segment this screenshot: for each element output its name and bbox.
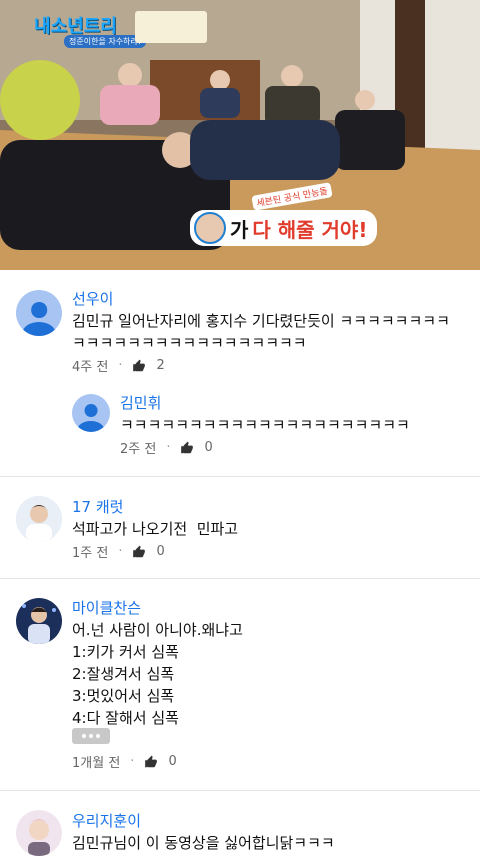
wall-sticker (135, 11, 207, 43)
comment-meta: 1개월 전 · 0 (72, 754, 177, 771)
reply-time: 2주 전 (120, 442, 157, 457)
like-count: 2 (156, 358, 165, 373)
comment-text: 어.넌 사람이 아니야.왜냐고 1:키가 커서 심폭 2:잘생겨서 심폭 3:멋… (72, 621, 243, 727)
like-count: 0 (168, 754, 177, 769)
profile-photo[interactable] (16, 810, 62, 856)
default-user-icon[interactable] (72, 394, 110, 432)
comment-time: 1개월 전 (72, 756, 121, 771)
like-icon[interactable] (132, 359, 146, 373)
default-user-icon[interactable] (16, 290, 62, 336)
reply-meta: 2주 전 · 0 (120, 440, 213, 457)
reply-text: ㅋㅋㅋㅋㅋㅋㅋㅋㅋㅋㅋㅋㅋㅋㅋㅋㅋㅋㅋㅋㅋ (120, 416, 410, 434)
like-icon[interactable] (180, 441, 194, 455)
comment-text: 석파고가 나오기전 민파고 (72, 520, 239, 538)
comment-meta: 1주 전 · 0 (72, 544, 165, 561)
comment-text: 김민규님이 이 동영상을 싫어합니닭ㅋㅋㅋ (72, 834, 335, 852)
more-options-icon[interactable] (72, 728, 110, 744)
video-player[interactable]: 내소년트리 정준이한을 자수하라! 세븐틴 공식 만능돌 가 다 해줄 거야! (0, 0, 480, 270)
comment-author[interactable]: 우리지훈이 (72, 810, 141, 831)
comment-list: 선우이 김민규 일어난자리에 홍지수 기다렸단듯이 ㅋㅋㅋㅋㅋㅋㅋㅋ ㅋㅋㅋㅋㅋ… (0, 270, 480, 856)
comment-author[interactable]: 17 캐럿 (72, 496, 123, 517)
profile-photo[interactable] (16, 496, 62, 542)
like-count: 0 (204, 440, 213, 455)
video-caption: 가 다 해줄 거야! (190, 210, 378, 246)
like-count: 0 (156, 544, 165, 559)
comment-author[interactable]: 마이클찬슨 (72, 597, 141, 618)
comment-text: 김민규 일어난자리에 홍지수 기다렸단듯이 ㅋㅋㅋㅋㅋㅋㅋㅋ ㅋㅋㅋㅋㅋㅋㅋㅋㅋ… (72, 312, 450, 352)
like-icon[interactable] (144, 755, 158, 769)
divider (0, 578, 480, 579)
comment-meta: 4주 전 · 2 (72, 358, 165, 375)
profile-photo[interactable] (16, 598, 62, 644)
divider (0, 790, 480, 791)
caption-face-icon (194, 212, 226, 244)
like-icon[interactable] (132, 545, 146, 559)
caption-highlight: 다 해줄 거야! (252, 217, 368, 242)
comment-time: 1주 전 (72, 546, 109, 561)
show-logo-subtitle: 정준이한을 자수하라! (64, 35, 146, 48)
reply-author[interactable]: 김민휘 (120, 392, 161, 413)
divider (0, 476, 480, 477)
caption-prefix: 가 (230, 217, 249, 242)
comment-time: 4주 전 (72, 360, 109, 375)
comment-author[interactable]: 선우이 (72, 288, 113, 309)
